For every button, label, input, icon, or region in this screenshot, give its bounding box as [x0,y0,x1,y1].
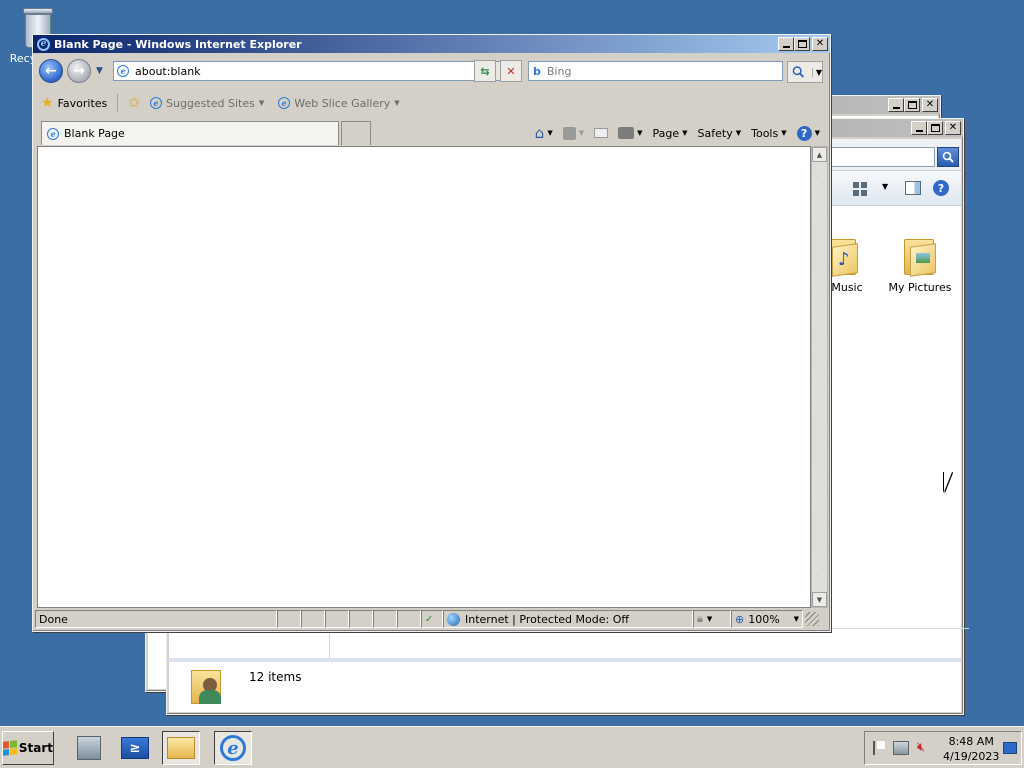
ie-icon: e [278,97,291,109]
web-slice-gallery-link[interactable]: e Web Slice Gallery ▼ [278,97,400,110]
server-manager-taskbar-icon[interactable] [70,731,108,765]
minimize-button[interactable] [888,98,904,112]
details-pane: 12 items [169,658,961,712]
ie-titlebar[interactable]: e Blank Page - Windows Internet Explorer… [33,35,830,53]
help-menu[interactable]: ? ▼ [793,123,824,143]
start-button[interactable]: Start [2,731,54,765]
favorites-button[interactable]: ★ Favorites [41,96,107,110]
windows-logo-icon [3,740,17,756]
new-tab-button[interactable] [341,121,371,145]
views-dropdown-icon[interactable]: ▼ [882,182,888,191]
navigation-pane-divider [169,628,969,659]
maximize-button[interactable] [794,37,810,51]
minimize-button[interactable] [778,37,794,51]
zone-status[interactable]: Internet | Protected Mode: Off [443,610,693,628]
safety-menu[interactable]: Safety ▼ [694,123,746,143]
status-text: Done [35,610,277,628]
page-menu[interactable]: Page ▼ [649,123,692,143]
help-icon: ? [796,125,812,141]
lock-icon: 🔒︎ [697,612,703,625]
zoom-button[interactable]: ⊕ 100% ▼ [731,610,803,628]
address-bar[interactable]: e about:blank ▼ [113,61,501,81]
back-button[interactable]: ← [39,59,63,83]
scroll-up-button[interactable]: ▲ [812,147,827,162]
search-options-dropdown[interactable]: ▼ [811,67,822,77]
item-count: 12 items [249,670,302,684]
pictures-folder-icon [902,235,938,277]
chevron-down-icon: ▼ [258,99,265,107]
search-icon [792,66,805,78]
user-folder-icon [191,666,229,708]
action-center-flag-icon[interactable] [873,741,885,755]
taskbar: Start ≥ e 🔇︎ 8:48 AM 4/19/2023 [0,726,1024,768]
favorites-star-icon: ★ [41,95,54,111]
status-bar: Done ✓ Internet | Protected Mode: Off 🔒︎… [35,609,828,629]
clock[interactable]: 8:48 AM 4/19/2023 [943,734,999,764]
tools-menu[interactable]: Tools ▼ [747,123,791,143]
popup-blocker-button[interactable]: 🔒︎ ▼ [693,610,731,628]
tab-blank-page[interactable]: e Blank Page [41,121,339,145]
globe-icon [447,612,460,626]
views-icon[interactable] [853,182,867,196]
recent-pages-dropdown[interactable]: ▼ [96,66,103,76]
page-content[interactable] [37,146,811,608]
close-button[interactable]: ✕ [945,121,961,135]
mail-icon [594,128,609,138]
home-button[interactable]: ⌂ ▼ [531,123,557,143]
mouse-cursor [944,472,960,492]
feeds-button[interactable]: ▼ [559,123,588,143]
page-icon: e [117,65,129,77]
help-icon[interactable]: ? [933,180,949,196]
read-mail-button[interactable] [590,123,612,143]
folder-my-pictures[interactable]: My Pictures [885,235,955,294]
maximize-button[interactable] [904,98,920,112]
zoom-icon: ⊕ [735,612,745,626]
forward-button[interactable]: → [67,59,91,83]
vertical-scrollbar[interactable]: ▲ ▼ [811,146,828,608]
print-button[interactable]: ▼ [614,123,646,143]
system-tray: 🔇︎ 8:48 AM 4/19/2023 [864,731,1022,765]
explorer-taskbar-icon[interactable] [162,731,200,765]
window-title: Blank Page - Windows Internet Explorer [54,37,302,51]
search-icon[interactable] [937,147,959,167]
security-status-icon[interactable]: ✓ [421,610,443,628]
suggested-sites-link[interactable]: e Suggested Sites ▼ [150,97,264,110]
home-icon: ⌂ [534,124,545,142]
ie-window[interactable]: e Blank Page - Windows Internet Explorer… [32,34,831,632]
command-bar: ⌂ ▼ ▼ ▼ Page ▼ Safety ▼ Tools ▼ ? ▼ [531,123,824,143]
show-desktop-icon[interactable] [1003,742,1017,754]
address-input[interactable]: about:blank [135,65,201,78]
chevron-down-icon: ▼ [394,99,400,107]
ie-icon: e [150,97,162,109]
favorites-bar: ★ Favorites ✩ e Suggested Sites ▼ e Web … [35,91,828,115]
scroll-down-button[interactable]: ▼ [812,592,827,607]
tab-row: e Blank Page ⌂ ▼ ▼ ▼ Page ▼ Safety ▼ Tools ▼… [35,119,828,147]
printer-icon [618,127,635,139]
search-button[interactable]: ▼ [787,61,823,83]
maximize-button[interactable] [927,121,943,135]
add-to-favorites-icon[interactable]: ✩ [128,96,140,110]
minimize-button[interactable] [911,121,927,135]
stop-button[interactable]: ✕ [500,60,522,82]
search-box[interactable]: b Bing [528,61,783,81]
ie-taskbar-icon[interactable]: e [214,731,252,765]
search-input[interactable]: Bing [547,65,572,78]
ie-icon: e [47,127,59,140]
volume-muted-icon[interactable]: 🔇︎ [917,740,925,755]
refresh-button[interactable]: ⇆ [474,60,496,82]
ie-icon: e [37,37,50,51]
preview-pane-icon[interactable] [905,181,921,195]
rss-icon [562,126,576,140]
resize-grip[interactable] [805,612,819,626]
powershell-taskbar-icon[interactable]: ≥ [116,731,154,765]
close-button[interactable]: ✕ [812,37,828,51]
close-button[interactable]: ✕ [922,98,938,112]
network-icon[interactable] [893,741,909,755]
bing-icon: b [533,64,541,78]
